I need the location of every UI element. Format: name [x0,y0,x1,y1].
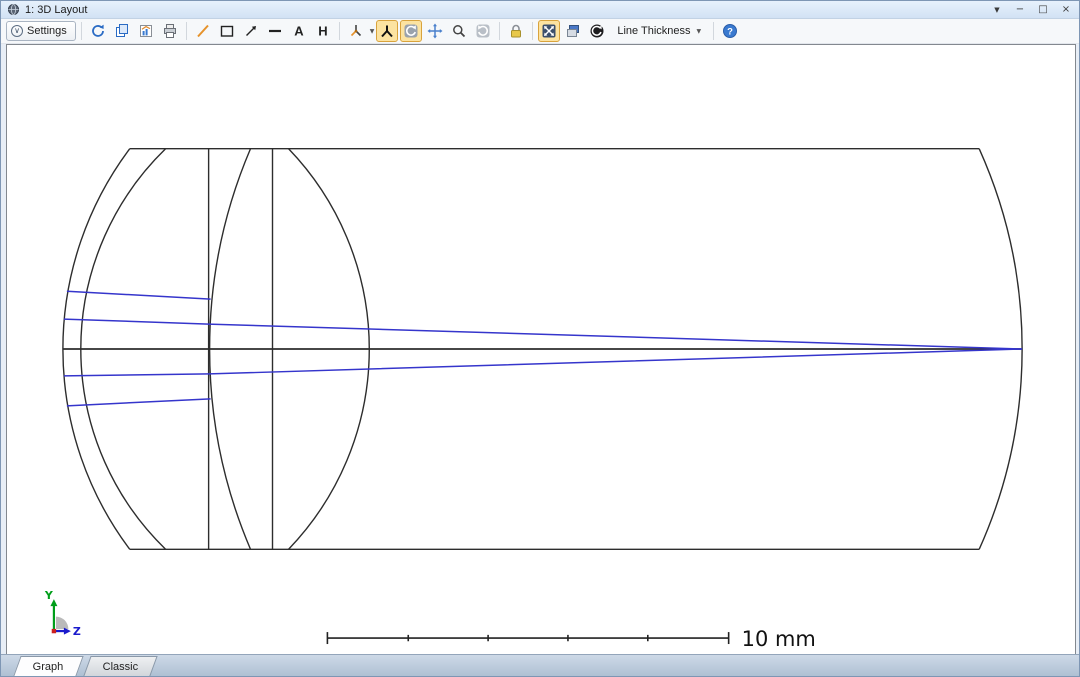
rectangle-icon [219,23,235,39]
copy-icon [114,23,130,39]
tab-classic[interactable]: Classic [83,656,158,676]
dash-icon [267,23,283,39]
reset-view-icon [475,23,491,39]
ray-4 [67,399,211,406]
svg-text:?: ? [727,27,733,38]
help-icon: ? [722,23,738,39]
tab-bar: Graph Classic [1,654,1079,676]
chevron-down-icon: ▼ [697,28,702,35]
lock-button[interactable] [505,20,527,42]
axis-z-label: Z [73,625,81,638]
letter-h-icon: H [315,23,331,39]
tab-classic-label: Classic [102,661,137,673]
ray-3 [64,349,1022,376]
toolbar-divider [532,22,533,40]
annotate-h-button[interactable]: H [312,20,334,42]
window-menu-icon[interactable]: ▼ [990,3,1004,17]
orbit-icon [403,23,419,39]
scale-bar-label: 10 mm [742,627,816,651]
fit-window-button[interactable] [538,20,560,42]
update-button[interactable] [87,20,109,42]
save-chart-icon [138,23,154,39]
axis-3d-icon [348,23,364,39]
window-icon[interactable] [7,3,20,16]
magnifier-icon [451,23,467,39]
svg-text:H: H [318,24,327,39]
toolbar-divider [186,22,187,40]
toolbar: ∨ Settings [1,19,1079,44]
refresh-icon [90,23,106,39]
lock-icon [508,23,524,39]
help-button[interactable]: ? [719,20,741,42]
settings-label: Settings [27,25,67,37]
ray-traces [63,291,1022,406]
toolbar-divider [339,22,340,40]
chevron-down-icon[interactable]: ▼ [370,28,375,35]
close-icon[interactable]: × [1059,3,1073,17]
triad-arc [56,617,68,629]
pen-line-icon [195,23,211,39]
annotate-line-button[interactable] [192,20,214,42]
window-controls: ▼ − □ × [990,3,1073,17]
window-title: 1: 3D Layout [25,4,87,16]
orbit-tool-button[interactable] [400,20,422,42]
zoom-tool-button[interactable] [448,20,470,42]
chevron-down-icon: ∨ [11,25,23,37]
toolbar-divider [81,22,82,40]
pan-tool-button[interactable] [424,20,446,42]
triad-origin-dot [52,629,56,633]
ray-2 [64,319,1022,349]
annotate-arrow-button[interactable] [240,20,262,42]
fit-arrows-icon [541,23,557,39]
copy-clipboard-button[interactable] [111,20,133,42]
pan-arrows-icon [427,23,443,39]
tab-graph-label: Graph [33,661,64,673]
title-bar: 1: 3D Layout ▼ − □ × [1,1,1079,19]
layers-icon [565,23,581,39]
annotate-rectangle-button[interactable] [216,20,238,42]
axis-triad [50,599,70,634]
line-thickness-button[interactable]: Line Thickness ▼ [610,21,708,41]
save-button[interactable] [135,20,157,42]
settings-button[interactable]: ∨ Settings [6,21,76,41]
rotate-tool-button[interactable] [376,20,398,42]
ray-1 [67,291,211,299]
layout-window: 1: 3D Layout ▼ − □ × ∨ Settings [0,0,1080,677]
view-orientation-button[interactable] [345,20,367,42]
letter-a-icon: A [291,23,307,39]
minimize-icon[interactable]: − [1013,3,1027,17]
layout-canvas[interactable]: 10 mm Y Z [6,44,1076,656]
svg-text:A: A [294,24,304,39]
rotate-tripod-icon [379,23,395,39]
axis-y-label: Y [44,589,54,602]
printer-icon [162,23,178,39]
annotate-dash-button[interactable] [264,20,286,42]
maximize-icon[interactable]: □ [1036,3,1050,17]
scale-bar [327,632,728,644]
arrow-icon [243,23,259,39]
zoom-reset-button[interactable] [472,20,494,42]
toolbar-divider [499,22,500,40]
annotate-text-button[interactable]: A [288,20,310,42]
tab-graph[interactable]: Graph [13,656,83,676]
toolbar-divider [713,22,714,40]
print-button[interactable] [159,20,181,42]
clock-arrow-icon [589,23,605,39]
animate-button[interactable] [586,20,608,42]
copy-layers-button[interactable] [562,20,584,42]
line-thickness-label: Line Thickness [617,25,690,37]
